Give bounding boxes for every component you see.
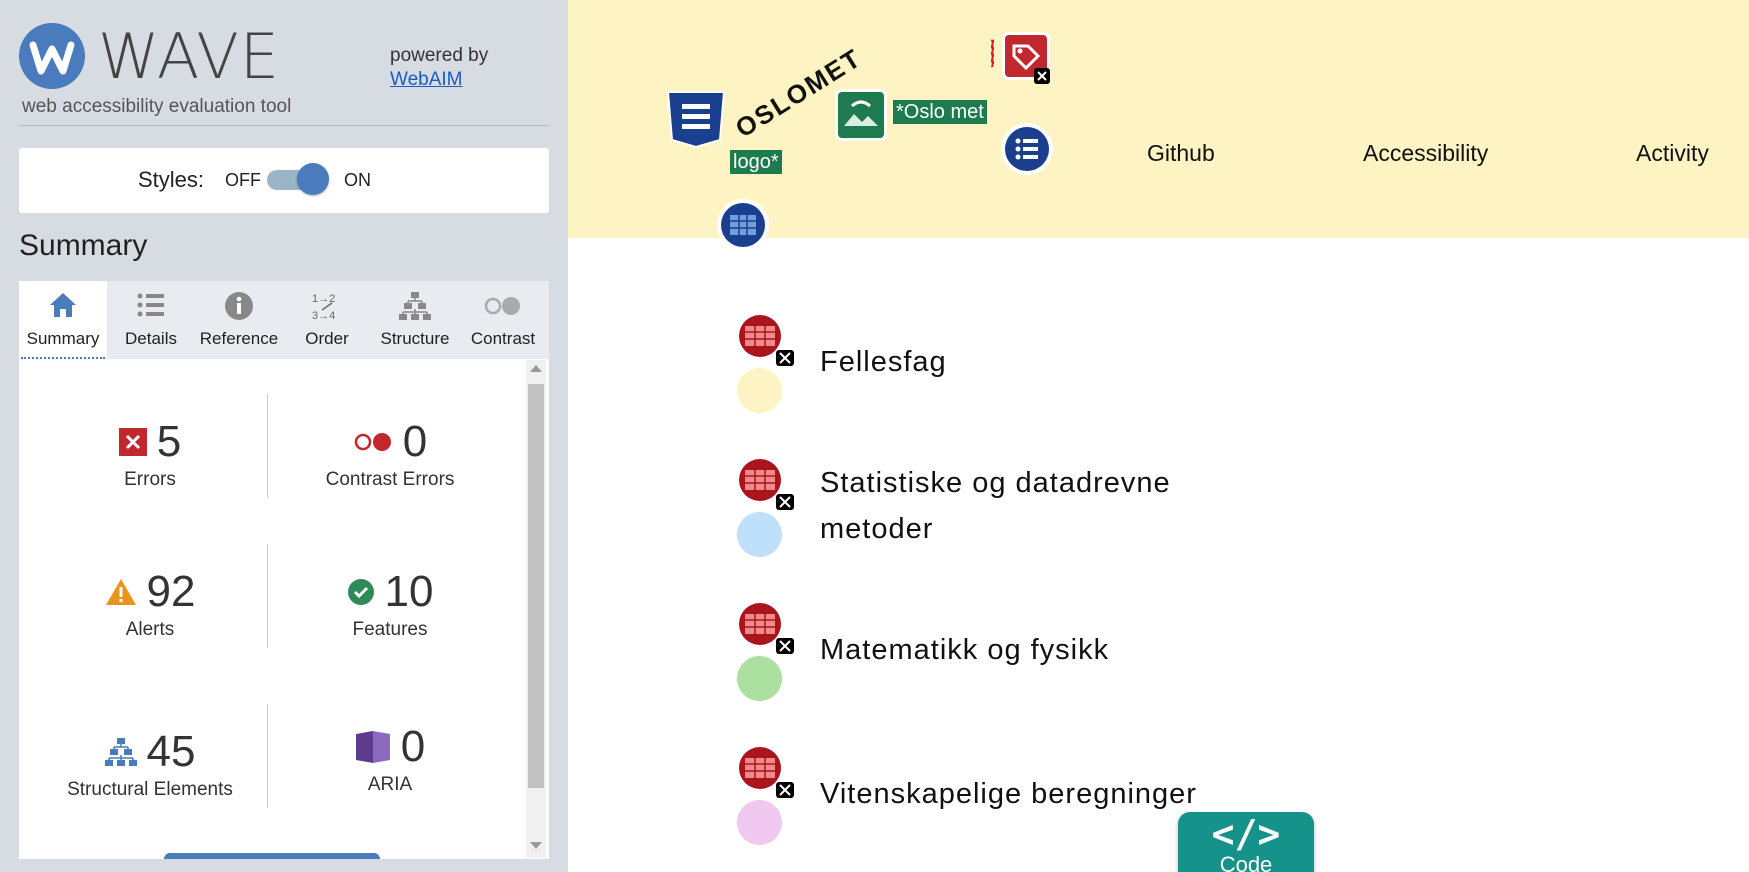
tab-label: Summary (26, 329, 100, 348)
tab-label: Contrast (470, 329, 536, 348)
layout-table-error-icon[interactable] (734, 600, 796, 656)
scrollbar-thumb[interactable] (528, 384, 544, 788)
errors-label: Errors (124, 469, 176, 490)
tab-summary[interactable]: Summary (19, 281, 107, 359)
errors-stat[interactable]: 5 Errors (30, 417, 270, 491)
course-color-dot (737, 656, 782, 701)
tabindex-error-icon[interactable] (990, 30, 1054, 88)
errors-count: 5 (156, 417, 182, 466)
features-count: 10 (384, 567, 434, 616)
page-header: OSLOMET *Oslo met logo* Github Accessibi… (568, 0, 1749, 251)
styles-label: Styles: (138, 167, 205, 192)
features-stat[interactable]: 10 Features (270, 567, 510, 641)
code-icon: </> (1211, 812, 1281, 856)
alt-text-tag[interactable]: logo* (730, 150, 782, 174)
layout-table-error-icon[interactable] (734, 312, 796, 368)
language-structure-icon[interactable] (666, 90, 726, 148)
summary-heading: Summary (19, 229, 148, 262)
unordered-list-icon[interactable] (1000, 122, 1054, 176)
app-title: WAVE (98, 20, 280, 93)
nav-link-activity[interactable]: Activity (1636, 140, 1709, 167)
tab-contrast[interactable]: Contrast (459, 281, 547, 359)
course-title-line-2[interactable]: metoder (820, 506, 933, 552)
tab-label: Reference (199, 329, 279, 348)
structural-label: Structural Elements (67, 779, 233, 800)
styles-on-label: ON (344, 170, 371, 190)
course-title[interactable]: Fellesfag (820, 339, 947, 385)
info-icon (195, 291, 283, 321)
contrast-errors-count: 0 (402, 417, 428, 466)
features-label: Features (352, 619, 428, 640)
structure-icon (104, 738, 137, 766)
code-button[interactable]: </> Code (1178, 812, 1314, 872)
tab-order[interactable]: 1→2 3→4 Order (283, 281, 371, 359)
contrast-errors-label: Contrast Errors (325, 469, 455, 490)
wave-tabs: Summary Details Reference 1→2 3→4 Order S… (19, 281, 549, 359)
powered-by-label: powered by (390, 45, 489, 66)
divider (19, 125, 549, 126)
course-title[interactable]: Vitenskapelige beregninger (820, 771, 1197, 817)
tab-details[interactable]: Details (107, 281, 195, 359)
layout-table-error-icon[interactable] (734, 456, 796, 512)
alerts-label: Alerts (125, 619, 175, 640)
powered-by: powered by WebAIM (390, 44, 488, 92)
styles-off-label: OFF (225, 170, 261, 190)
tab-structure[interactable]: Structure (371, 281, 459, 359)
tab-label: Structure (380, 329, 450, 348)
scroll-up-arrow-icon[interactable] (530, 365, 542, 372)
nav-link-github[interactable]: Github (1147, 140, 1215, 167)
alerts-stat[interactable]: 92 Alerts (30, 567, 270, 641)
styles-toggle-knob[interactable] (297, 163, 329, 195)
layout-table-error-icon[interactable] (734, 744, 796, 800)
course-color-dot (737, 512, 782, 557)
feature-check-icon (347, 579, 374, 605)
table-structure-icon[interactable] (716, 198, 770, 252)
aria-stat[interactable]: 0 ARIA (270, 722, 510, 796)
contrast-errors-stat[interactable]: 0 Contrast Errors (270, 417, 510, 491)
tab-label: Details (125, 329, 177, 348)
styles-toggle-panel: Styles: OFF ON (19, 148, 549, 213)
evaluated-page: OSLOMET *Oslo met logo* Github Accessibi… (568, 0, 1749, 872)
wave-logo-icon (19, 23, 85, 89)
webaim-link[interactable]: WebAIM (390, 68, 488, 92)
course-color-dot (737, 800, 782, 845)
course-title[interactable]: Matematikk og fysikk (820, 627, 1109, 673)
app-subtitle: web accessibility evaluation tool (22, 96, 292, 117)
list-icon (107, 291, 195, 321)
structural-stat[interactable]: 45 Structural Elements (30, 727, 270, 801)
tab-label: Order (305, 329, 349, 348)
course-color-dot (737, 368, 782, 413)
order-icon: 1→2 3→4 (283, 291, 371, 322)
linked-image-icon[interactable] (834, 88, 888, 142)
contrast-icon (459, 291, 547, 321)
error-icon (118, 428, 147, 456)
alt-text-tag[interactable]: *Oslo met (893, 100, 987, 124)
contrast-error-icon (354, 433, 391, 451)
structure-icon (371, 291, 459, 321)
code-button-label: Code (1219, 852, 1273, 872)
svg-text:3→4: 3→4 (312, 310, 335, 321)
alert-icon (105, 579, 136, 605)
alerts-count: 92 (146, 567, 196, 616)
scroll-down-arrow-icon[interactable] (530, 842, 542, 849)
view-details-button[interactable] (164, 853, 380, 859)
aria-label: ARIA (367, 774, 413, 795)
aria-icon (355, 731, 390, 763)
aria-count: 0 (400, 722, 426, 771)
nav-link-accessibility[interactable]: Accessibility (1363, 140, 1488, 167)
home-icon (19, 291, 107, 321)
course-title[interactable]: Statistiske og datadrevne (820, 460, 1171, 506)
structural-count: 45 (146, 727, 196, 776)
tab-reference[interactable]: Reference (195, 281, 283, 359)
wave-sidebar: WAVE web accessibility evaluation tool p… (0, 0, 568, 872)
